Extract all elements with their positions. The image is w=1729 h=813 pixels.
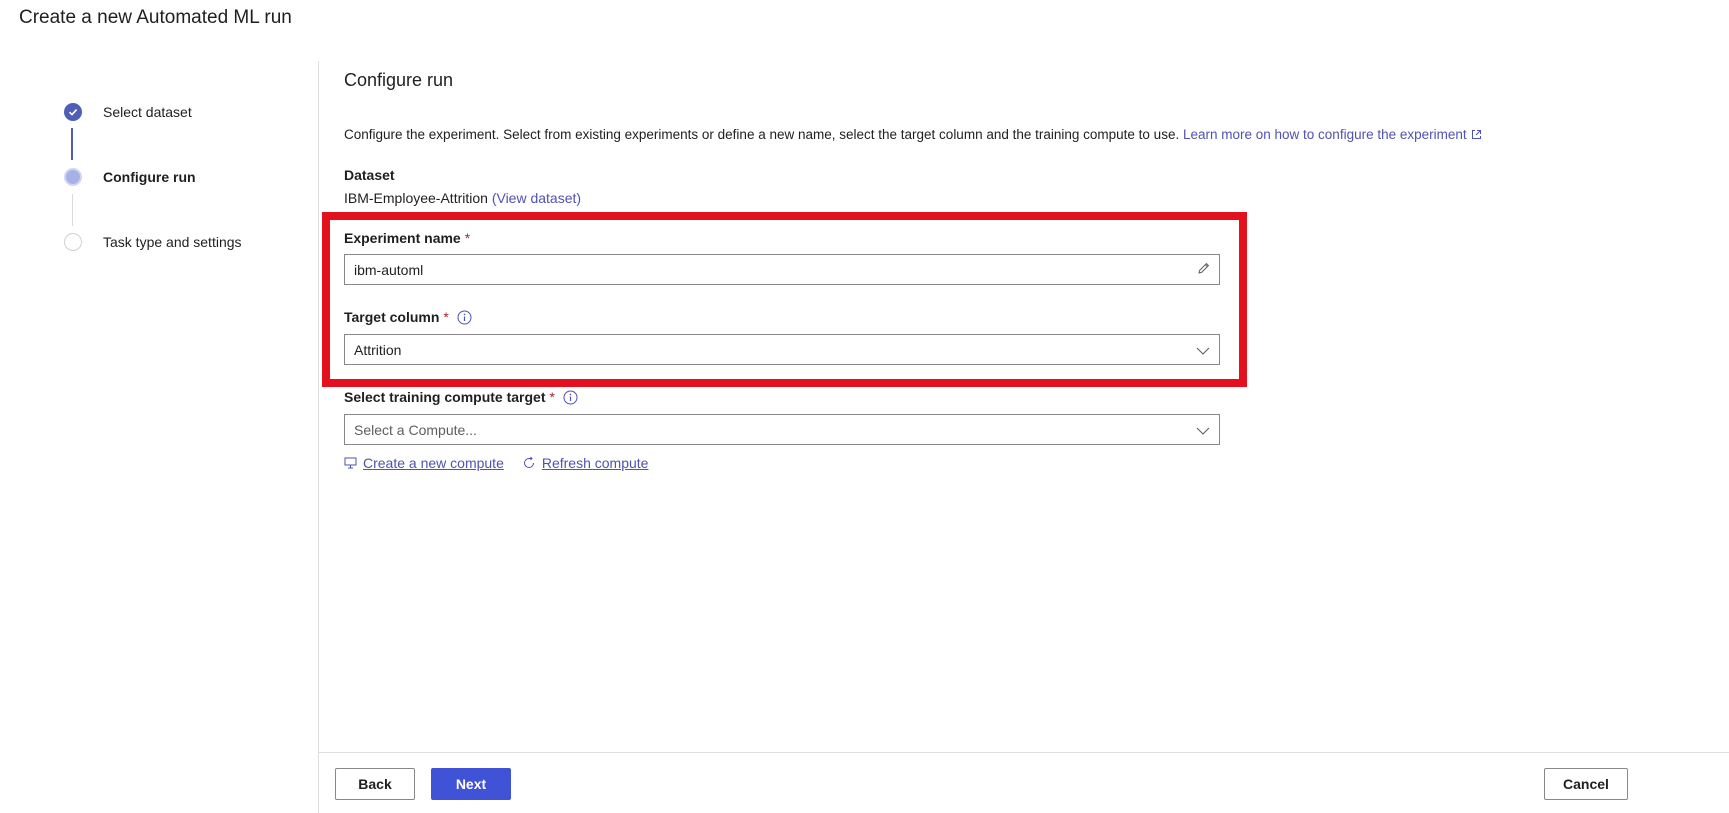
compute-target-placeholder: Select a Compute... [354, 421, 477, 438]
step-task-type[interactable]: Task type and settings [64, 233, 242, 251]
compute-actions: Create a new compute Refresh compute [344, 455, 648, 471]
step-label: Select dataset [103, 104, 192, 120]
dataset-name: IBM-Employee-Attrition [344, 190, 488, 206]
learn-more-link[interactable]: Learn more on how to configure the exper… [1183, 127, 1482, 142]
edit-pencil-icon[interactable] [1197, 262, 1210, 278]
dataset-label: Dataset [344, 167, 395, 183]
step-connector [72, 194, 73, 226]
required-mark: * [464, 230, 471, 246]
wizard-stepper: Select dataset Configure run Task type a… [0, 0, 318, 813]
current-step-icon [64, 168, 82, 186]
view-dataset-link[interactable]: (View dataset) [492, 190, 581, 206]
step-connector [71, 128, 73, 160]
refresh-icon [523, 456, 534, 468]
compute-target-label: Select training compute target * [344, 389, 578, 405]
experiment-name-input[interactable]: ibm-automl [344, 254, 1220, 285]
required-mark: * [443, 309, 449, 325]
cancel-button[interactable]: Cancel [1544, 768, 1628, 800]
compute-target-dropdown[interactable]: Select a Compute... [344, 414, 1220, 445]
create-compute-link[interactable]: Create a new compute [344, 455, 504, 471]
computer-icon [344, 457, 357, 469]
section-title: Configure run [344, 70, 454, 90]
step-label: Task type and settings [103, 234, 242, 250]
experiment-name-value: ibm-automl [354, 261, 424, 278]
checkmark-icon [64, 103, 82, 121]
description: Configure the experiment. Select from ex… [344, 127, 1482, 143]
chevron-down-icon [1196, 342, 1210, 358]
required-mark: * [549, 389, 555, 405]
step-label: Configure run [103, 169, 196, 185]
chevron-down-icon [1196, 422, 1210, 438]
target-column-selected: Attrition [354, 341, 402, 358]
dataset-value: IBM-Employee-Attrition (View dataset) [344, 190, 581, 206]
next-button[interactable]: Next [431, 768, 511, 800]
info-icon[interactable] [563, 390, 578, 405]
description-text: Configure the experiment. Select from ex… [344, 127, 1180, 142]
external-link-icon [1471, 128, 1482, 143]
refresh-compute-link[interactable]: Refresh compute [522, 455, 648, 471]
target-column-dropdown[interactable]: Attrition [344, 334, 1220, 365]
experiment-name-label: Experiment name * [344, 230, 471, 246]
back-button[interactable]: Back [335, 768, 415, 800]
step-configure-run[interactable]: Configure run [64, 168, 196, 186]
pending-step-icon [64, 233, 82, 251]
target-column-label: Target column * [344, 309, 472, 325]
footer-divider [318, 752, 1729, 753]
step-select-dataset[interactable]: Select dataset [64, 103, 192, 121]
vertical-divider [318, 61, 319, 813]
info-icon[interactable] [457, 310, 472, 325]
